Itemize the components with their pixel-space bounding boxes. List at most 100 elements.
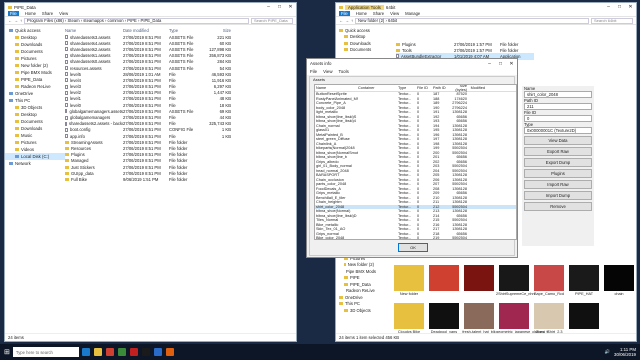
nav-item[interactable]: Downloads (5, 41, 65, 48)
taskbar-app-icon[interactable] (93, 348, 102, 356)
nav-item[interactable]: Radeon ReLive (5, 83, 65, 90)
file-row[interactable]: globalgamemanagers 27/06/2019 8:51 PM File… (65, 114, 231, 120)
windows-start-icon[interactable]: ⊞ (4, 348, 10, 356)
file-row[interactable]: sharedassets2.assets 27/06/2019 8:51 PM AS… (65, 46, 231, 52)
nav-item[interactable]: Network (5, 160, 65, 167)
up-arrow-icon[interactable]: ↑ (20, 18, 22, 23)
file-row[interactable]: Tools 27/06/2019 1:57 PM File folder (396, 47, 534, 53)
import-dump-button[interactable]: Import Dump (524, 191, 592, 200)
nav-item[interactable]: Local Disk (C:) (5, 153, 65, 160)
thumbnail-item[interactable]: fresh-talent_hat_blk (462, 303, 496, 334)
file-row[interactable]: level3 27/06/2019 8:51 PM File 6,297 KB (65, 84, 231, 90)
nav-item[interactable]: This PC (5, 97, 65, 104)
thumbnail-item[interactable]: chain (604, 265, 634, 296)
minimize-button[interactable]: – (263, 4, 274, 10)
column-date[interactable]: Date modified (123, 28, 169, 33)
nav-item[interactable]: New folder (2) (5, 62, 65, 69)
forward-arrow-icon[interactable]: → (14, 18, 18, 23)
file-row[interactable]: globalgamemanagers.assets 27/06/2019 8:51… (65, 108, 231, 114)
import-raw-button[interactable]: Import Raw (524, 180, 592, 189)
thumbnail-item[interactable]: Deadpool_vans (429, 303, 459, 334)
thumbnail-item[interactable]: Bape_Camo_Rcd (534, 265, 564, 296)
thumbnail-item[interactable]: New folder (394, 265, 424, 296)
nav-item[interactable]: OneDrive (5, 90, 65, 97)
file-row[interactable]: level0 27/06/2019 8:51 PM File 18 KB (65, 102, 231, 108)
file-row[interactable]: sharedassets2.assets - backup 27/06/2019 … (65, 121, 231, 127)
back-arrow-icon[interactable]: ← (339, 18, 343, 23)
export-raw-button[interactable]: Export Raw (524, 147, 592, 156)
close-button[interactable]: ✕ (625, 4, 636, 10)
ribbon-tab-share[interactable]: Share (373, 11, 384, 16)
address-path[interactable]: New folder (2) › 64bit (355, 17, 589, 24)
path-id-field[interactable]: 211 (524, 103, 592, 110)
nav-item[interactable]: Videos (5, 146, 65, 153)
column-header[interactable]: Modified (467, 86, 485, 90)
file-id-field[interactable]: 0 (524, 115, 592, 122)
thumbnail-item[interactable]: Cloudys Bike (394, 303, 424, 334)
thumbnail-item[interactable]: geometric_japanese_clothes_tt (496, 303, 549, 334)
file-row[interactable]: level4 27/06/2019 8:51 PM File 11,916 KB (65, 77, 231, 83)
search-input[interactable]: Search 64bit (591, 17, 633, 24)
file-row[interactable]: level2 27/06/2019 8:51 PM File 1,447 KB (65, 90, 231, 96)
back-arrow-icon[interactable]: ← (8, 18, 12, 23)
nav-item[interactable]: 3D Objects (5, 104, 65, 111)
nav-item[interactable]: Quick access (5, 27, 65, 34)
minimize-button[interactable]: – (484, 61, 495, 67)
taskbar-app-icon[interactable] (117, 348, 126, 356)
taskbar-app-icon[interactable] (81, 348, 90, 356)
column-size[interactable]: Size (203, 28, 231, 33)
nav-item[interactable]: Pictures (5, 55, 65, 62)
column-name[interactable]: Name (65, 28, 123, 33)
address-path[interactable]: Program Files (x86) › Steam › steamapps … (24, 17, 249, 24)
thumbnail-item[interactable]: 2ShirtSupremeCe_nhn (496, 265, 535, 296)
file-row[interactable]: Plugins 27/06/2019 1:57 PM File folder (396, 41, 534, 47)
file-row[interactable]: boot.config 27/06/2019 8:51 PM CONFIG File… (65, 127, 231, 133)
column-header[interactable]: File ID (417, 86, 433, 90)
thumbnail-item[interactable]: Gucci_Shirt_2.3 (534, 303, 564, 334)
file-row[interactable]: level1 27/06/2019 8:51 PM File 48 KB (65, 96, 231, 102)
ribbon-tab-home[interactable]: Home (356, 11, 367, 16)
nav-item[interactable]: 3D Objects (336, 307, 374, 314)
column-header[interactable]: Type (398, 86, 417, 90)
clock-date[interactable]: 30/06/2019 (614, 352, 636, 357)
remove-button[interactable]: Remove (524, 202, 592, 211)
application-tools-tab[interactable]: Application Tools (345, 4, 384, 10)
file-row[interactable]: sharedassets1.assets 27/06/2019 8:51 PM AS… (65, 53, 231, 59)
ribbon-tab-view[interactable]: View (390, 11, 399, 16)
file-row[interactable]: level5 28/06/2019 1:01 AM File 46,593 KB (65, 71, 231, 77)
nav-item[interactable]: Documents (5, 118, 65, 125)
forward-arrow-icon[interactable]: → (345, 18, 349, 23)
name-field[interactable]: shirt_color_2048 (524, 91, 592, 98)
close-button[interactable]: ✕ (506, 61, 517, 67)
thumbnail-item[interactable] (429, 265, 459, 291)
column-header[interactable]: Container (358, 86, 398, 90)
ribbon-tab-manage[interactable]: Manage (405, 11, 420, 16)
view-data-button[interactable]: View Data (524, 136, 592, 145)
file-row[interactable]: sharedassets3.assets 27/06/2019 8:51 PM AS… (65, 34, 231, 40)
menu-view[interactable]: View (323, 69, 332, 74)
file-row[interactable]: sharedassets4.assets 27/06/2019 8:51 PM AS… (65, 40, 231, 46)
taskbar-search[interactable]: Type here to search (12, 347, 79, 357)
nav-item[interactable]: Documents (5, 48, 65, 55)
nav-item[interactable]: Downloads (5, 125, 65, 132)
ok-button[interactable]: OK (398, 243, 428, 252)
thumbnail-item[interactable] (569, 303, 599, 329)
ribbon-tab-share[interactable]: Share (42, 11, 53, 16)
file-row[interactable]: app.info 27/06/2019 8:51 PM File 1 KB (65, 133, 231, 139)
taskbar-app-icon[interactable] (105, 348, 114, 356)
taskbar-app-icon[interactable] (129, 348, 138, 356)
nav-item[interactable]: Music (5, 132, 65, 139)
asset-row[interactable]: Bike_color_2048 Textur... 0 219 5592504 (315, 236, 516, 239)
nav-item[interactable]: Documents (336, 47, 374, 54)
nav-item[interactable]: Desktop (5, 111, 65, 118)
thumbnail-item[interactable]: PIPE_HAT (569, 265, 599, 296)
menu-tools[interactable]: Tools (339, 69, 349, 74)
column-header[interactable]: Path ID (433, 86, 450, 90)
maximize-button[interactable]: □ (274, 4, 285, 10)
plugins-button[interactable]: Plugins (524, 169, 592, 178)
maximize-button[interactable]: □ (495, 61, 506, 67)
file-row[interactable]: resources.assets 27/06/2019 8:51 PM ASSETS… (65, 65, 231, 71)
ribbon-tab-file[interactable]: File (339, 11, 350, 16)
nav-item[interactable]: PIPE_Data (5, 76, 65, 83)
taskbar-app-icon[interactable] (165, 348, 174, 356)
